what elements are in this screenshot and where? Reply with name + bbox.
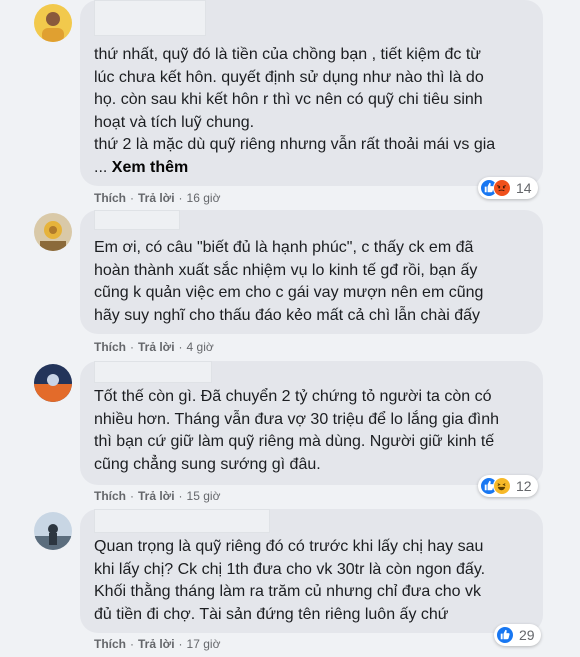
angry-icon — [493, 179, 511, 197]
comment-text: thứ nhất, quỹ đó là tiền của chồng bạn ,… — [94, 46, 496, 176]
avatar[interactable] — [34, 213, 72, 251]
comment-bubble: Em ơi, có câu "biết đủ là hạnh phúc", c … — [80, 210, 543, 334]
reaction-count: 14 — [516, 180, 532, 196]
timestamp[interactable]: 15 giờ — [187, 489, 221, 503]
like-link[interactable]: Thích — [94, 489, 126, 503]
like-link[interactable]: Thích — [94, 340, 126, 354]
reply-link[interactable]: Trả lời — [138, 489, 175, 503]
haha-icon — [493, 477, 511, 495]
like-icon — [496, 626, 514, 644]
avatar[interactable] — [34, 364, 72, 402]
comment-actions: Thích · Trả lời · 16 giờ — [94, 191, 221, 205]
comment-actions: Thích · Trả lời · 17 giờ — [94, 637, 221, 651]
like-link[interactable]: Thích — [94, 637, 126, 651]
comment-actions: Thích · Trả lời · 15 giờ — [94, 489, 221, 503]
comment-text: Quan trọng là quỹ riêng đó có trước khi … — [94, 538, 486, 623]
commenter-name-redacted — [94, 509, 270, 533]
timestamp[interactable]: 16 giờ — [187, 191, 221, 205]
reaction-summary[interactable]: 12 — [478, 475, 538, 497]
comment-bubble: Tốt thế còn gì. Đã chuyển 2 tỷ chứng tỏ … — [80, 361, 543, 485]
reply-link[interactable]: Trả lời — [138, 191, 175, 205]
commenter-name-redacted — [94, 361, 212, 383]
see-more-link[interactable]: Xem thêm — [112, 159, 188, 176]
comment-text: Em ơi, có câu "biết đủ là hạnh phúc", c … — [94, 239, 484, 324]
reaction-count: 12 — [516, 478, 532, 494]
reply-link[interactable]: Trả lời — [138, 637, 175, 651]
comment-text: Tốt thế còn gì. Đã chuyển 2 tỷ chứng tỏ … — [94, 388, 500, 473]
reaction-summary[interactable]: 14 — [478, 177, 538, 199]
comment-bubble: Quan trọng là quỹ riêng đó có trước khi … — [80, 509, 543, 633]
comment-bubble: thứ nhất, quỹ đó là tiền của chồng bạn ,… — [80, 0, 543, 186]
comment-actions: Thích · Trả lời · 4 giờ — [94, 340, 214, 354]
avatar[interactable] — [34, 512, 72, 550]
commenter-name-redacted — [94, 210, 180, 230]
timestamp[interactable]: 17 giờ — [187, 637, 221, 651]
timestamp[interactable]: 4 giờ — [187, 340, 214, 354]
commenter-name-redacted — [94, 0, 206, 36]
reaction-summary[interactable]: 29 — [494, 624, 541, 646]
reply-link[interactable]: Trả lời — [138, 340, 175, 354]
avatar[interactable] — [34, 4, 72, 42]
like-link[interactable]: Thích — [94, 191, 126, 205]
reaction-count: 29 — [519, 627, 535, 643]
